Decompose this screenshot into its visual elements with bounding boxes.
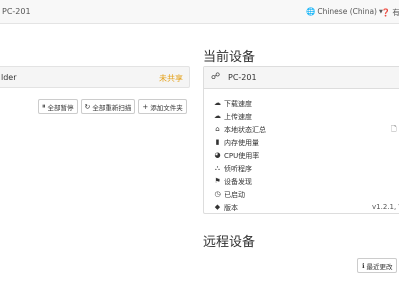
language-label: Chinese (China) [317, 7, 377, 16]
globe-icon: 🌐 [306, 7, 316, 16]
cloud-download-icon: ☁ [214, 99, 221, 107]
signpost-icon: ⚑ [214, 177, 221, 185]
folder-row[interactable]: lder 未共享 [0, 66, 190, 88]
stat-cpu-usage: ◕ CPU使用率 [214, 151, 260, 160]
stat-discovery: ⚑ 设备发现 [214, 177, 252, 186]
add-folder-button[interactable]: + 添加文件夹 [138, 99, 187, 114]
stat-listeners: ⛬ 侦听程序 [204, 163, 399, 176]
stat-upload-rate: ☁ 上传速度 [214, 112, 252, 121]
remote-devices-heading: 远程设备 [203, 235, 256, 250]
dashboard-icon: ◕ [214, 151, 221, 159]
sitemap-icon: ⛬ [215, 164, 220, 172]
this-device-heading: 当前设备 [203, 50, 256, 65]
this-device-panel: ☍ PC-201 ☁ 下载速度 ☁ 上传速度 ⌂ 本地状态汇总 🗋 ▮ 内存使用… [203, 66, 399, 214]
stat-version: ◆ 版本 v1.2.1, V [214, 203, 399, 212]
pause-icon: ⏸ [42, 102, 46, 110]
navbar-extra-menu[interactable]: ❓ 有 [381, 7, 399, 18]
question-circle-icon: ❓ [381, 8, 391, 17]
folder-status-badge: 未共享 [159, 74, 183, 83]
clock-icon: ◷ [214, 190, 221, 198]
stat-local-state: ⌂ 本地状态汇总 🗋 [204, 124, 399, 137]
info-circle-icon: ℹ [362, 261, 365, 270]
device-panel-header[interactable]: ☍ PC-201 [204, 67, 399, 89]
top-navbar: PC-201 🌐 Chinese (China) ▼ ❓ 有 [0, 0, 399, 24]
rescan-all-button[interactable]: ↻ 全部重新扫描 [80, 99, 136, 114]
device-name: PC-201 [228, 73, 257, 82]
cloud-upload-icon: ☁ [214, 112, 221, 120]
navbar-extra-label: 有 [392, 8, 399, 17]
memory-icon: ▮ [215, 138, 220, 146]
device-stats-list: ☁ 下载速度 ☁ 上传速度 ⌂ 本地状态汇总 🗋 ▮ 内存使用量 ◕ CPU使用… [204, 98, 399, 215]
pause-all-button[interactable]: ⏸ 全部暂停 [38, 99, 78, 114]
language-selector[interactable]: 🌐 Chinese (China) ▼ [306, 7, 383, 16]
home-icon: ⌂ [215, 125, 220, 133]
recent-changes-button[interactable]: ℹ 最近更改 [357, 258, 398, 273]
network-icon: ☍ [211, 72, 221, 82]
navbar-device-title[interactable]: PC-201 [2, 7, 31, 16]
plus-icon: + [142, 102, 149, 111]
folder-label: lder [1, 73, 17, 82]
refresh-icon: ↻ [84, 102, 91, 111]
folder-actions: ⏸ 全部暂停 ↻ 全部重新扫描 + 添加文件夹 [38, 99, 187, 114]
stat-uptime: ◷ 已启动 [214, 190, 245, 199]
stat-ram-usage: ▮ 内存使用量 [204, 137, 399, 150]
file-icon: 🗋 [391, 125, 397, 133]
stat-download-rate: ☁ 下载速度 [214, 99, 252, 108]
tag-icon: ◆ [214, 203, 221, 211]
